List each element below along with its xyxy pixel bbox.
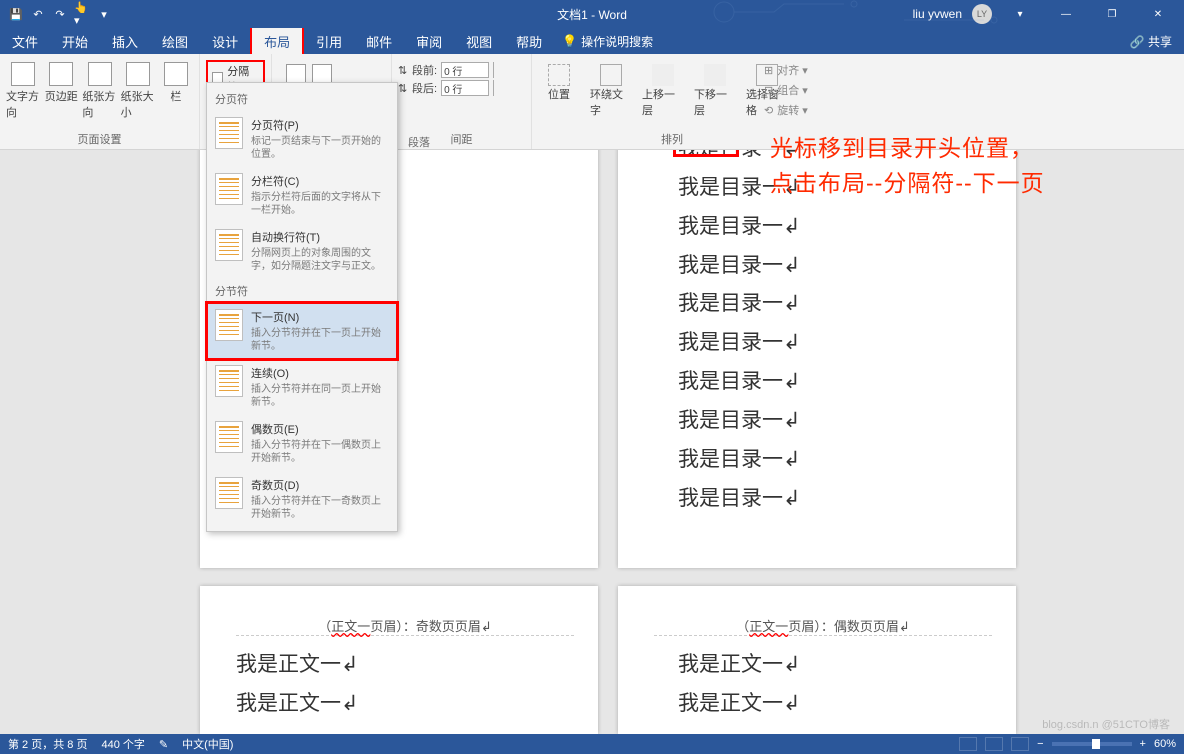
- wrap-text-button[interactable]: 环绕文字: [590, 64, 632, 118]
- tell-me-search[interactable]: 💡 操作说明搜索: [562, 33, 653, 50]
- ribbon-tabs: 文件 开始 插入 绘图 设计 布局 引用 邮件 审阅 视图 帮助 💡 操作说明搜…: [0, 28, 1184, 54]
- page-break-icon: [215, 117, 243, 149]
- tab-mailings[interactable]: 邮件: [354, 28, 404, 54]
- even-page-section-break-item[interactable]: 偶数页(E)插入分节符并在下一偶数页上开始新节。: [207, 415, 397, 471]
- tab-view[interactable]: 视图: [454, 28, 504, 54]
- tab-home[interactable]: 开始: [50, 28, 100, 54]
- text-direction-button[interactable]: 文字方向: [6, 58, 40, 120]
- arrange-label: 排列: [538, 131, 806, 149]
- quick-access-toolbar: 💾 ↶ ↷ 👆▾ ▾: [0, 6, 112, 22]
- zoom-in-button[interactable]: +: [1140, 738, 1146, 750]
- indent-left-icon[interactable]: [286, 64, 306, 84]
- web-layout-icon[interactable]: [1011, 737, 1029, 751]
- decorative-circuit: [704, 0, 1084, 24]
- undo-icon[interactable]: ↶: [30, 6, 46, 22]
- bring-forward-button[interactable]: 上移一层: [642, 64, 684, 118]
- text-wrap-icon: [215, 229, 243, 261]
- odd-page-icon: [215, 477, 243, 509]
- page-4[interactable]: （正文一页眉）：偶数页页眉↲ 我是正文一↲我是正文一↲: [618, 586, 1016, 734]
- tab-design[interactable]: 设计: [200, 28, 250, 54]
- page-breaks-header: 分页符: [207, 87, 397, 111]
- size-button[interactable]: 纸张大小: [121, 58, 155, 120]
- margins-button[interactable]: 页边距: [44, 58, 78, 120]
- next-page-section-break-item[interactable]: 下一页(N)插入分节符并在下一页上开始新节。: [207, 303, 397, 359]
- page-setup-label: 页面设置: [6, 131, 193, 149]
- touch-mode-icon[interactable]: 👆▾: [74, 6, 90, 22]
- restore-button[interactable]: ❐: [1094, 0, 1130, 28]
- even-page-icon: [215, 421, 243, 453]
- save-icon[interactable]: 💾: [8, 6, 24, 22]
- continuous-section-break-item[interactable]: 连续(O)插入分节符并在同一页上开始新节。: [207, 359, 397, 415]
- page-indicator[interactable]: 第 2 页，共 8 页: [8, 736, 87, 752]
- document-area[interactable]: 面一↲面一↲面一↲面一↲面一↲面一↲面一↲面一↲我是封面一↲我是封面一↲ （正文…: [0, 150, 1184, 734]
- spacing-after-label: 段后:: [412, 80, 437, 96]
- align-button[interactable]: ⊞ 对齐 ▾: [764, 62, 808, 78]
- watermark: blog.csdn.n @51CTO博客: [1042, 716, 1170, 732]
- tab-layout[interactable]: 布局: [250, 26, 304, 54]
- position-button[interactable]: 位置: [538, 64, 580, 118]
- page-3-header: （正文一页眉）：奇数页页眉↲: [236, 596, 574, 636]
- tutorial-annotation: 光标移到目录开头位置， 点击布局--分隔符--下一页: [770, 131, 1045, 200]
- spacing-before-label: 段前:: [412, 62, 437, 78]
- tab-draw[interactable]: 绘图: [150, 28, 200, 54]
- column-break-item[interactable]: 分栏符(C)指示分栏符后面的文字将从下一栏开始。: [207, 167, 397, 223]
- columns-button[interactable]: 栏: [159, 58, 193, 120]
- qat-customize-icon[interactable]: ▾: [96, 6, 112, 22]
- indent-right-icon[interactable]: [312, 64, 332, 84]
- tab-help[interactable]: 帮助: [504, 28, 554, 54]
- zoom-slider[interactable]: [1052, 742, 1132, 746]
- page-2[interactable]: 我是目录一↲我是目录一↲我是目录一↲我是目录一↲我是目录一↲我是目录一↲我是目录…: [618, 150, 1016, 568]
- tab-file[interactable]: 文件: [0, 28, 50, 54]
- next-page-icon: [215, 309, 243, 341]
- tell-me-label: 操作说明搜索: [581, 33, 653, 50]
- group-button[interactable]: ⊡ 组合 ▾: [764, 82, 808, 98]
- zoom-out-button[interactable]: −: [1037, 738, 1043, 750]
- spinner-icon[interactable]: [493, 80, 505, 96]
- spacing-before-input[interactable]: 0 行: [441, 62, 489, 78]
- spacing-after-input[interactable]: 0 行: [441, 80, 489, 96]
- language-indicator[interactable]: 中文(中国): [182, 736, 233, 752]
- zoom-level[interactable]: 60%: [1154, 738, 1176, 750]
- window-title: 文档1 - Word: [557, 6, 627, 23]
- tab-references[interactable]: 引用: [304, 28, 354, 54]
- read-mode-icon[interactable]: [959, 737, 977, 751]
- tab-insert[interactable]: 插入: [100, 28, 150, 54]
- continuous-icon: [215, 365, 243, 397]
- text-wrapping-break-item[interactable]: 自动换行符(T)分隔网页上的对象周围的文字，如分隔题注文字与正文。: [207, 223, 397, 279]
- cursor-position-highlight: [673, 150, 739, 157]
- page-4-header: （正文一页眉）：偶数页页眉↲: [654, 596, 992, 636]
- share-button[interactable]: 🔗 共享: [1130, 33, 1172, 50]
- print-layout-icon[interactable]: [985, 737, 1003, 751]
- redo-icon[interactable]: ↷: [52, 6, 68, 22]
- column-break-icon: [215, 173, 243, 205]
- rotate-button[interactable]: ⟲ 旋转 ▾: [764, 102, 808, 118]
- breaks-dropdown: 分页符 分页符(P)标记一页结束与下一页开始的位置。 分栏符(C)指示分栏符后面…: [206, 82, 398, 532]
- statusbar: 第 2 页，共 8 页 440 个字 ✎ 中文(中国) − + 60%: [0, 734, 1184, 754]
- proofing-icon[interactable]: ✎: [159, 738, 168, 751]
- page-break-item[interactable]: 分页符(P)标记一页结束与下一页开始的位置。: [207, 111, 397, 167]
- section-breaks-header: 分节符: [207, 279, 397, 303]
- spinner-icon[interactable]: [493, 62, 505, 78]
- titlebar: 💾 ↶ ↷ 👆▾ ▾ 文档1 - Word liu yvwen LY ▾ — ❐…: [0, 0, 1184, 28]
- tab-review[interactable]: 审阅: [404, 28, 454, 54]
- lightbulb-icon: 💡: [562, 34, 577, 48]
- send-backward-button[interactable]: 下移一层: [694, 64, 736, 118]
- orientation-button[interactable]: 纸张方向: [82, 58, 116, 120]
- page-3[interactable]: （正文一页眉）：奇数页页眉↲ 我是正文一↲我是正文一↲: [200, 586, 598, 734]
- word-count[interactable]: 440 个字: [101, 736, 144, 752]
- odd-page-section-break-item[interactable]: 奇数页(D)插入分节符并在下一奇数页上开始新节。: [207, 471, 397, 527]
- close-button[interactable]: ✕: [1140, 0, 1176, 28]
